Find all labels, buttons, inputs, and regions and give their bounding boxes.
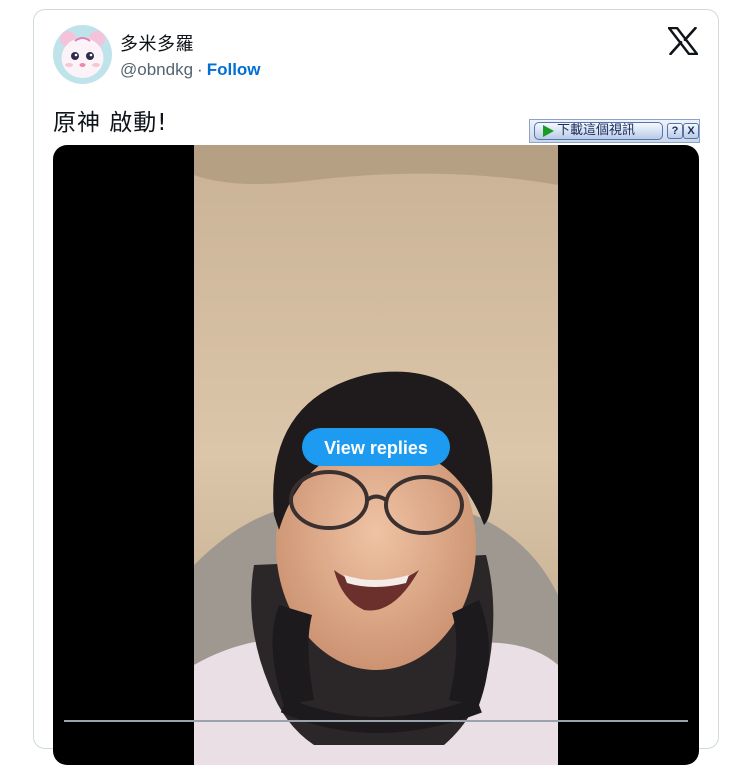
follow-button[interactable]: Follow (207, 60, 261, 79)
user-handle[interactable]: @obndkg (120, 60, 193, 79)
display-name[interactable]: 多米多羅 (120, 30, 194, 56)
video-progress-bar[interactable] (64, 720, 688, 722)
tweet-card: 多米多羅 @obndkg·Follow 原神 啟動! 下載這個視訊 ? X (33, 9, 719, 765)
handle-row: @obndkg · Follow (120, 60, 261, 80)
play-icon (543, 125, 554, 137)
download-video-label: 下載這個視訊 (557, 123, 636, 138)
video-player[interactable]: View replies (53, 145, 699, 765)
download-video-button[interactable]: 下載這個視訊 (534, 122, 663, 140)
close-button[interactable]: X (683, 123, 699, 139)
view-replies-button[interactable]: View replies (302, 428, 450, 466)
avatar[interactable] (53, 25, 112, 84)
tweet-text: 原神 啟動! (53, 110, 168, 136)
download-video-toolbar: 下載這個視訊 ? X (529, 119, 700, 143)
handle-separator: · (197, 60, 203, 79)
help-button[interactable]: ? (667, 123, 683, 139)
x-logo-icon[interactable] (667, 26, 699, 56)
